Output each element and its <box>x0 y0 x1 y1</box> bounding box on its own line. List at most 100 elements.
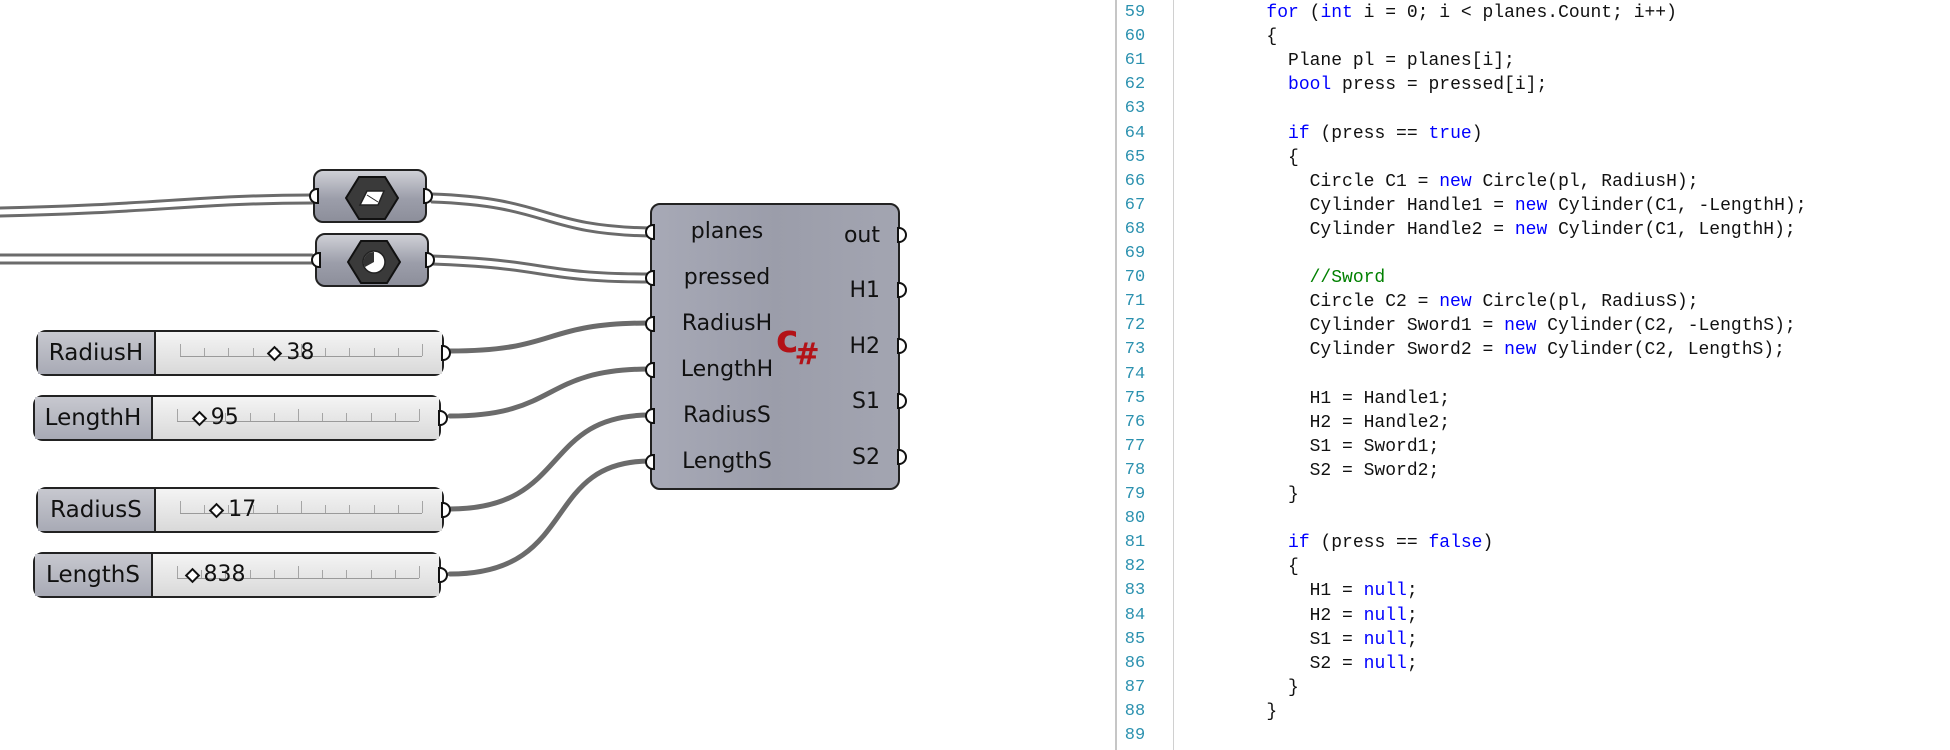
slider-tick <box>370 413 372 421</box>
code-line[interactable]: Cylinder Sword1 = new Cylinder(C2, -Leng… <box>1180 316 1796 336</box>
slider-tick <box>273 413 275 421</box>
code-line[interactable]: S2 = Sword2; <box>1180 461 1440 481</box>
code-line[interactable]: Cylinder Sword2 = new Cylinder(C2, Lengt… <box>1180 340 1785 360</box>
slider-tick <box>204 505 206 513</box>
slider-knob[interactable] <box>209 502 225 519</box>
slider-tick <box>249 570 251 578</box>
line-number: 65 <box>1124 147 1146 167</box>
code-line[interactable]: Cylinder Handle2 = new Cylinder(C1, Leng… <box>1180 220 1796 240</box>
code-line[interactable]: { <box>1180 148 1299 168</box>
code-line[interactable]: //Sword <box>1180 268 1386 288</box>
slider-value: 17 <box>228 497 257 522</box>
slider-tick <box>180 501 181 513</box>
slider-track[interactable]: 95 <box>153 397 439 439</box>
wire-planes <box>430 192 652 230</box>
line-number: 75 <box>1124 388 1146 408</box>
input-grip-pressed[interactable] <box>645 270 655 286</box>
line-number: 64 <box>1124 123 1146 143</box>
line-number: 70 <box>1124 268 1146 288</box>
code-line[interactable]: Circle C1 = new Circle(pl, RadiusH); <box>1180 172 1699 192</box>
line-number: 80 <box>1124 509 1146 529</box>
boolean-param-component[interactable] <box>311 233 435 287</box>
slider-knob[interactable] <box>267 345 283 362</box>
input-grip-radiusH[interactable] <box>645 316 655 332</box>
code-line[interactable]: H1 = null; <box>1180 581 1418 601</box>
code-line[interactable]: } <box>1180 702 1277 722</box>
code-line[interactable]: bool press = pressed[i]; <box>1180 75 1547 95</box>
slider-tick <box>177 409 178 421</box>
code-line[interactable]: if (press == true) <box>1180 124 1482 144</box>
input-label-pressed: pressed <box>683 265 771 290</box>
slider-knob[interactable] <box>184 567 200 584</box>
code-line[interactable]: for (int i = 0; i < planes.Count; i++) <box>1180 3 1676 23</box>
code-line[interactable]: { <box>1180 27 1277 47</box>
code-line[interactable]: S1 = null; <box>1180 630 1418 650</box>
slider-tick <box>201 570 203 578</box>
code-line[interactable]: Circle C2 = new Circle(pl, RadiusS); <box>1180 292 1699 312</box>
code-line[interactable]: } <box>1180 678 1299 698</box>
wire-in-planes <box>0 193 314 210</box>
slider-tick <box>373 348 375 356</box>
code-line[interactable]: { <box>1180 557 1299 577</box>
code-line[interactable]: H1 = Handle1; <box>1180 389 1450 409</box>
line-number: 78 <box>1124 460 1146 480</box>
slider-tick <box>204 348 206 356</box>
wire-lengthS <box>447 458 653 577</box>
input-grip-lengthS[interactable] <box>645 454 655 470</box>
code-line[interactable]: if (press == false) <box>1180 533 1493 553</box>
slider-value: 838 <box>203 562 246 587</box>
slider-knob[interactable] <box>191 410 208 427</box>
code-line[interactable]: H2 = null; <box>1180 606 1418 626</box>
line-number: 63 <box>1124 99 1146 119</box>
wire-radiusH <box>447 320 653 354</box>
slider-tick <box>322 570 324 578</box>
slider-tick <box>419 566 420 578</box>
code-line[interactable]: S2 = null; <box>1180 654 1418 674</box>
slider-tick <box>422 344 423 356</box>
plane-param-component[interactable] <box>309 169 433 223</box>
code-line[interactable]: Plane pl = planes[i]; <box>1180 51 1515 71</box>
line-number: 87 <box>1124 677 1146 697</box>
slider-tick <box>373 505 375 513</box>
slider-radiusH[interactable]: RadiusH 38 <box>36 330 451 376</box>
slider-value: 95 <box>210 405 239 430</box>
code-line[interactable]: S1 = Sword1; <box>1180 437 1440 457</box>
line-number: 76 <box>1124 412 1146 432</box>
output-label-s2: S2 <box>852 445 880 470</box>
code-line[interactable]: } <box>1180 485 1299 505</box>
line-number: 61 <box>1124 51 1146 71</box>
boolean-param-icon <box>347 240 401 284</box>
line-number: 85 <box>1124 629 1146 649</box>
slider-tick <box>298 409 299 421</box>
input-grip[interactable] <box>309 188 319 204</box>
code-line[interactable]: H2 = Handle2; <box>1180 413 1450 433</box>
line-number: 81 <box>1124 533 1146 553</box>
code-line[interactable]: Cylinder Handle1 = new Cylinder(C1, -Len… <box>1180 196 1807 216</box>
slider-tick <box>397 505 399 513</box>
line-number: 89 <box>1124 726 1146 745</box>
line-number: 62 <box>1124 75 1146 95</box>
line-number: 74 <box>1124 364 1146 384</box>
input-grip-planes[interactable] <box>645 224 655 240</box>
slider-radiusS[interactable]: RadiusS 17 <box>36 487 451 533</box>
slider-tick <box>346 413 348 421</box>
input-grip[interactable] <box>311 252 321 268</box>
csharp-script-component[interactable]: planes pressed RadiusH LengthH RadiusS L… <box>645 203 907 490</box>
slider-label: RadiusS <box>38 489 156 531</box>
line-number: 84 <box>1124 605 1146 625</box>
slider-track[interactable]: 838 <box>153 554 439 596</box>
slider-lengthH[interactable]: LengthH 95 <box>33 395 448 441</box>
slider-track[interactable]: 38 <box>156 332 442 374</box>
slider-track[interactable]: 17 <box>156 489 442 531</box>
input-label-lengthS: LengthS <box>682 449 772 474</box>
input-grip-lengthH[interactable] <box>645 362 655 378</box>
input-grip-radiusS[interactable] <box>645 408 655 424</box>
slider-lengthS[interactable]: LengthS 838 <box>33 552 448 598</box>
input-label-planes: planes <box>690 219 764 244</box>
line-number: 77 <box>1124 436 1146 456</box>
line-number: 66 <box>1124 171 1146 191</box>
slider-tick <box>301 501 302 513</box>
slider-label: RadiusH <box>38 332 156 374</box>
grasshopper-canvas[interactable]: RadiusH 38 LengthH 95 RadiusS 17 LengthS… <box>0 0 1100 750</box>
slider-tick <box>322 413 324 421</box>
